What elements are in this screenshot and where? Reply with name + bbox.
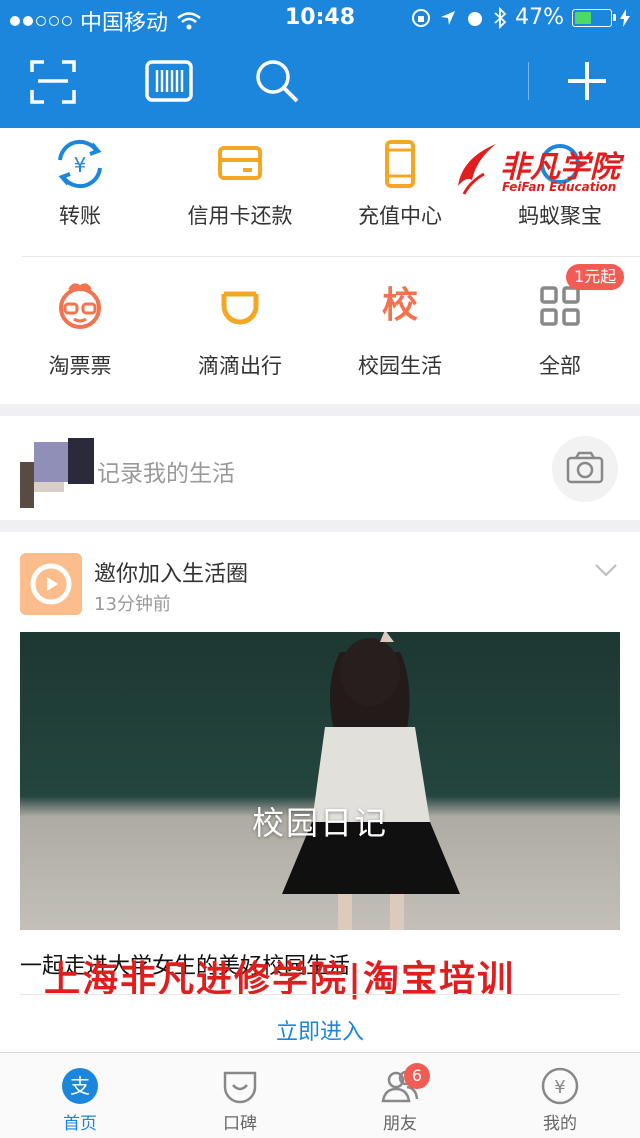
feed-image[interactable]: 校园日记 [20, 632, 620, 930]
shortcut-label: 蚂蚁聚宝 [518, 204, 602, 228]
alarm-icon [468, 11, 483, 26]
top-bar: 中国移动 10:48 47% [0, 0, 640, 128]
avatar [20, 438, 96, 512]
taopiaopiao-icon [59, 283, 101, 329]
rotation-lock-icon [412, 8, 431, 27]
koubei-icon [223, 1071, 257, 1104]
shortcut-didi[interactable]: 滴滴出行 [160, 266, 320, 404]
image-overlay [20, 632, 620, 930]
shortcut-label: 滴滴出行 [198, 354, 282, 378]
image-caption: 校园日记 [251, 804, 388, 842]
tab-home[interactable]: 支 首页 [0, 1053, 160, 1138]
promo-badge: 1元起 [566, 264, 625, 290]
chevron-down-icon[interactable] [594, 562, 618, 578]
my-account-icon: ¥ [541, 1067, 579, 1105]
shortcut-taopiaopiao[interactable]: 淘票票 [0, 266, 160, 404]
shortcut-label: 转账 [59, 204, 101, 228]
shortcut-campus[interactable]: 校 校园生活 [320, 266, 480, 404]
status-bar: 中国移动 10:48 47% [0, 0, 640, 36]
shortcut-label: 充值中心 [358, 204, 442, 228]
friends-badge: 6 [404, 1063, 430, 1089]
svg-text:¥: ¥ [74, 153, 87, 177]
brand-subtitle: FeiFan Education [502, 180, 617, 194]
brand-logo-icon [458, 144, 496, 195]
play-logo-icon [30, 563, 72, 605]
shortcut-label: 校园生活 [358, 354, 442, 378]
location-icon [441, 10, 456, 25]
brand-watermark: 非凡学院 FeiFan Education [452, 140, 634, 198]
tab-label: 口碑 [223, 1114, 257, 1134]
didi-icon [221, 291, 259, 325]
charging-icon [620, 8, 630, 27]
shortcut-label: 信用卡还款 [187, 204, 293, 228]
life-circle-logo [20, 553, 82, 615]
search-icon[interactable] [252, 56, 302, 106]
tab-label: 朋友 [383, 1114, 417, 1134]
camera-button[interactable] [552, 436, 618, 502]
camera-icon [566, 451, 604, 484]
toolbar-divider [528, 62, 529, 100]
svg-text:支: 支 [70, 1074, 90, 1098]
shortcut-transfer[interactable]: ¥ 转账 [0, 128, 160, 266]
tab-friends[interactable]: 6 朋友 [320, 1053, 480, 1138]
add-icon[interactable] [562, 56, 612, 106]
credit-card-icon [218, 146, 262, 180]
bluetooth-icon [494, 6, 507, 29]
feed-title: 邀你加入生活圈 [94, 562, 249, 587]
feed-card: 邀你加入生活圈 13分钟前 校园日记 一起走进大学女生的美好校园生活 上海非凡进… [0, 532, 640, 1052]
tab-label: 我的 [543, 1114, 577, 1134]
enter-now-link[interactable]: 立即进入 [0, 1014, 640, 1046]
shortcut-label: 淘票票 [48, 354, 112, 378]
campus-icon: 校 [381, 285, 418, 326]
tab-bar: 支 首页 口碑 6 朋友 ¥ 我的 [0, 1052, 640, 1138]
shortcut-label: 全部 [539, 354, 581, 378]
phone-recharge-icon [385, 140, 415, 188]
feed-divider [20, 994, 620, 995]
battery-icon [572, 8, 616, 27]
barcode-icon[interactable] [144, 56, 194, 106]
battery-percent: 47% [515, 5, 564, 30]
shortcut-credit-card[interactable]: 信用卡还款 [160, 128, 320, 266]
tab-my[interactable]: ¥ 我的 [480, 1053, 640, 1138]
svg-text:¥: ¥ [554, 1077, 565, 1098]
home-icon: 支 [62, 1068, 98, 1104]
feed-time: 13分钟前 [94, 594, 171, 615]
scan-icon[interactable] [28, 56, 78, 106]
record-life-bar[interactable]: 记录我的生活 [0, 416, 640, 520]
tab-koubei[interactable]: 口碑 [160, 1053, 320, 1138]
record-placeholder[interactable]: 记录我的生活 [97, 454, 235, 488]
grid-divider [22, 256, 640, 257]
tab-label: 首页 [63, 1114, 97, 1134]
transfer-icon: ¥ [58, 139, 102, 189]
